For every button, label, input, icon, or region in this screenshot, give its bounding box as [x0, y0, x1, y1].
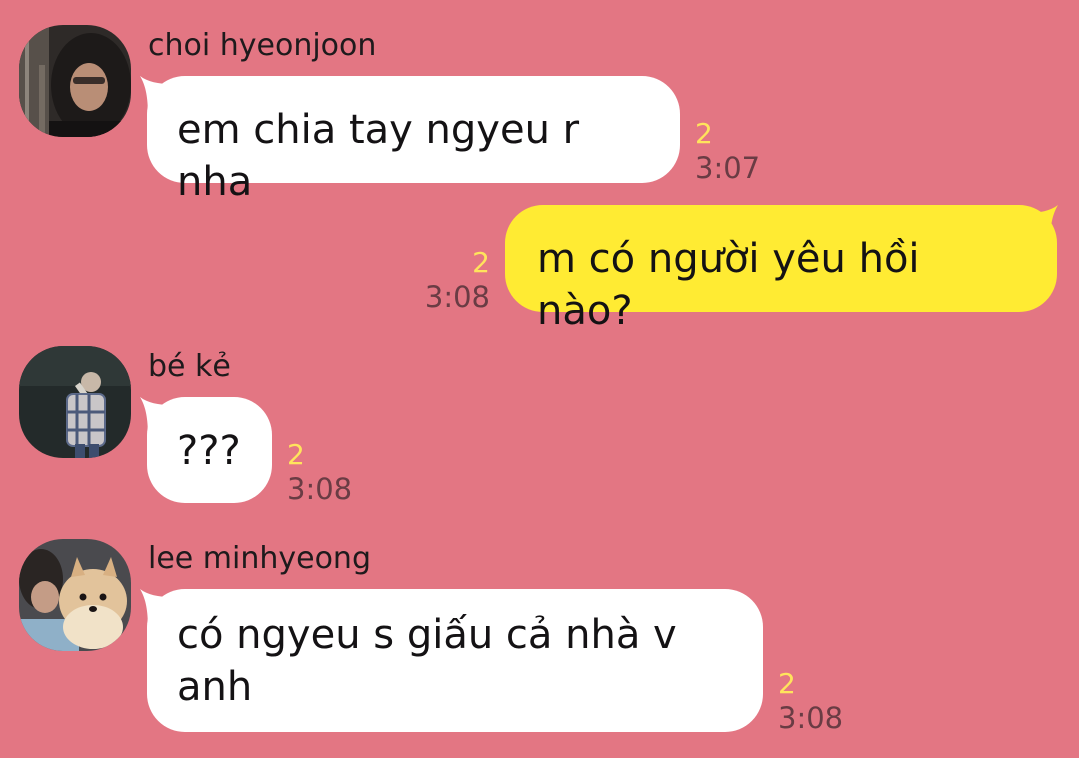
- sender-name: choi hyeonjoon: [148, 28, 377, 63]
- message-time: 3:07: [695, 151, 761, 185]
- message-text: có ngyeu s giấu cả nhà v anh: [177, 612, 677, 710]
- message-text: em chia tay ngyeu r nha: [177, 107, 580, 205]
- profile-photo-plaid-shirt-person: [19, 346, 131, 458]
- message-text: m có người yêu hồi nào?: [537, 236, 920, 334]
- message-meta: 2 3:08: [287, 438, 352, 507]
- message-time: 3:08: [424, 280, 490, 314]
- sender-name: bé kẻ: [148, 349, 231, 384]
- unread-count: 2: [695, 117, 713, 150]
- profile-photo-hooded-person: [19, 25, 131, 137]
- message-time: 3:08: [778, 701, 844, 735]
- message-time: 3:08: [287, 472, 353, 506]
- sender-name: lee minhyeong: [148, 541, 371, 576]
- message-bubble[interactable]: ???: [147, 397, 272, 503]
- message-bubble[interactable]: em chia tay ngyeu r nha: [147, 76, 680, 205]
- bubble-tail: [1026, 205, 1058, 245]
- message-text: ???: [177, 428, 241, 474]
- message-bubble[interactable]: có ngyeu s giấu cả nhà v anh: [147, 589, 763, 732]
- message-meta: 2 3:08: [778, 667, 843, 736]
- profile-photo-person-with-dog: [19, 539, 131, 651]
- avatar[interactable]: [19, 25, 131, 137]
- avatar[interactable]: [19, 346, 131, 458]
- avatar[interactable]: [19, 539, 131, 651]
- message-meta: 2 3:08: [425, 246, 490, 315]
- unread-count: 2: [472, 246, 490, 279]
- message-meta: 2 3:07: [695, 117, 760, 186]
- unread-count: 2: [778, 667, 796, 700]
- message-bubble[interactable]: m có người yêu hồi nào?: [505, 205, 1057, 334]
- unread-count: 2: [287, 438, 305, 471]
